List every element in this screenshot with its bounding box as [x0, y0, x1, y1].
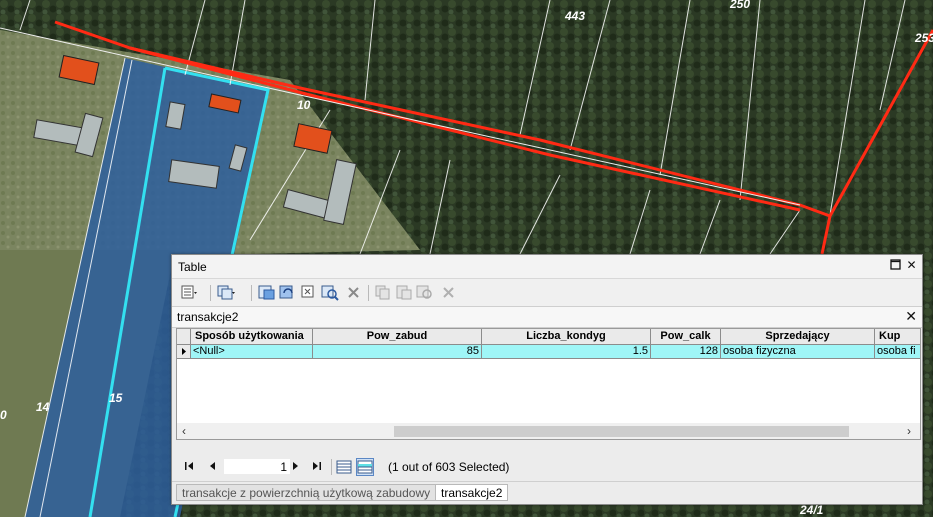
clear-selection-icon[interactable]: [300, 284, 318, 301]
parcel-label: 253: [914, 31, 933, 45]
parcel-label: 24/1: [799, 503, 824, 517]
copy-selected-icon: [374, 284, 392, 301]
attribute-grid: Sposób użytkowania Pow_zabud Liczba_kond…: [176, 328, 921, 440]
select-by-attributes-icon[interactable]: [258, 284, 276, 301]
parcel-label: 250: [729, 0, 750, 11]
column-header[interactable]: Liczba_kondyg: [482, 329, 651, 344]
next-record-icon[interactable]: [288, 460, 302, 474]
column-header[interactable]: Sposób użytkowania: [191, 329, 313, 344]
row-selector-header: [177, 329, 191, 344]
table-tabs: transakcje z powierzchnią użytkową zabud…: [172, 481, 922, 504]
table-cell[interactable]: 85: [313, 345, 482, 358]
close-icon[interactable]: ✕: [905, 259, 918, 272]
scroll-left-icon[interactable]: ‹: [177, 423, 191, 439]
table-cell[interactable]: osoba fizyczna: [721, 345, 875, 358]
delete-selected-icon[interactable]: [345, 284, 363, 301]
column-header[interactable]: Pow_zabud: [313, 329, 482, 344]
maximize-icon[interactable]: [889, 259, 902, 272]
delete-highlighted-icon: [440, 284, 458, 301]
paste-icon: [395, 284, 413, 301]
tab-transakcje-z-powierzchnia[interactable]: transakcje z powierzchnią użytkową zabud…: [176, 484, 437, 501]
column-header[interactable]: Sprzedający: [721, 329, 875, 344]
show-selected-records-icon[interactable]: [356, 458, 374, 476]
record-navigation: (1 out of 603 Selected): [172, 455, 922, 479]
current-record-input[interactable]: [224, 459, 290, 474]
scroll-right-icon[interactable]: ›: [902, 423, 916, 439]
last-record-icon[interactable]: [310, 460, 324, 474]
table-tab-header: transakcje2 ✕: [172, 306, 922, 328]
grid-header: Sposób użytkowania Pow_zabud Liczba_kond…: [177, 329, 920, 345]
table-toolbar: [172, 279, 922, 306]
table-cell[interactable]: <Null>: [191, 345, 313, 358]
table-row[interactable]: <Null> 85 1.5 128 osoba fizyczna osoba f…: [177, 345, 920, 359]
related-tables-icon[interactable]: [217, 284, 235, 301]
horizontal-scrollbar[interactable]: ‹ ›: [177, 423, 920, 439]
column-header[interactable]: Kup: [875, 329, 920, 344]
parcel-label: 443: [564, 9, 585, 23]
table-cell[interactable]: osoba fi: [875, 345, 920, 358]
window-titlebar[interactable]: Table ✕: [172, 255, 922, 279]
show-all-records-icon[interactable]: [335, 458, 353, 476]
switch-selection-icon[interactable]: [279, 284, 297, 301]
parcel-label: 14: [36, 400, 50, 414]
table-window: Table ✕ transakcje2 ✕ Sposób użytkowania…: [171, 254, 923, 505]
first-record-icon[interactable]: [182, 460, 196, 474]
parcel-label: 10: [297, 98, 311, 112]
parcel-label: 15: [109, 391, 123, 405]
table-cell[interactable]: 128: [651, 345, 721, 358]
close-table-icon[interactable]: ✕: [905, 308, 917, 325]
tab-transakcje2[interactable]: transakcje2: [435, 484, 509, 501]
table-options-icon[interactable]: [180, 284, 198, 301]
table-name: transakcje2: [177, 310, 239, 324]
column-header[interactable]: Pow_calk: [651, 329, 721, 344]
window-title: Table: [178, 260, 207, 274]
zoom-to-highlighted-icon: [416, 284, 434, 301]
parcel-label: 0: [0, 408, 7, 422]
zoom-to-selected-icon[interactable]: [321, 284, 339, 301]
scrollbar-thumb[interactable]: [394, 426, 849, 437]
row-selector[interactable]: [177, 345, 191, 358]
previous-record-icon[interactable]: [206, 460, 220, 474]
selection-status: (1 out of 603 Selected): [388, 460, 510, 474]
table-cell[interactable]: 1.5: [482, 345, 651, 358]
